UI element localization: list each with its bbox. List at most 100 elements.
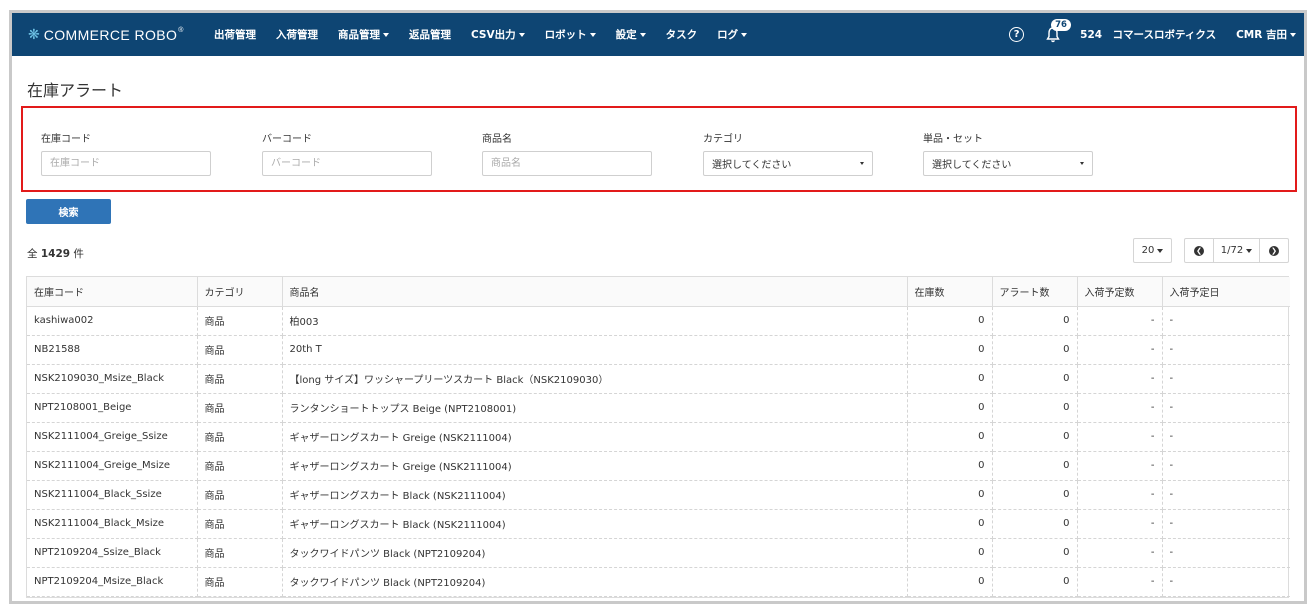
prev-page-button[interactable]: ❮ [1185, 239, 1213, 262]
cell-category: 商品 [197, 335, 283, 365]
cell-stock-code: kashiwa002 [27, 306, 198, 336]
nav-menu-item[interactable]: 設定 [606, 13, 656, 56]
chevron-down-icon [518, 32, 525, 37]
page-select[interactable]: 1/72 [1213, 239, 1260, 262]
table-row[interactable]: kashiwa002 商品 柏003 0 0- - [27, 306, 1290, 336]
cell-stock-qty: 0 [907, 538, 993, 568]
nav-menu-item[interactable]: ロボット [535, 13, 606, 56]
column-header-category[interactable]: カテゴリ [197, 277, 283, 307]
cell-incoming-qty: - [1077, 306, 1163, 336]
cell-stock-qty: 0 [907, 451, 993, 481]
stock-alert-table: 在庫コード カテゴリ 商品名 在庫数 アラート数 入荷予定数 入荷予定日 kashiwa00… [26, 276, 1290, 598]
nav-menu-item[interactable]: ログ [707, 13, 757, 56]
cell-stock-qty: 0 [907, 393, 993, 423]
cell-incoming-date: - [1162, 509, 1290, 539]
cell-category: 商品 [197, 364, 283, 394]
chevron-left-icon: ❮ [1194, 245, 1204, 256]
table-row[interactable]: NSK2111004_Greige_Ssize 商品 ギャザーロングスカート Gre… [27, 422, 1290, 452]
cell-category: 商品 [197, 422, 283, 452]
cell-stock-code: NSK2111004_Black_Ssize [27, 480, 198, 510]
nav-menu-item[interactable]: 出荷管理 [204, 13, 266, 56]
cell-incoming-date: - [1162, 335, 1290, 365]
stock-code-filter: 在庫コード [41, 130, 211, 176]
user-menu[interactable]: CMR 吉田 [1236, 27, 1296, 42]
table-row[interactable]: NPT2109204_Msize_Black 商品 タックワイドパンツ Black … [27, 567, 1290, 597]
app-frame: ❋ COMMERCE ROBO® 出荷管理 入荷管理 商品管理 返品管理 CSV出力 ロボ… [9, 10, 1307, 604]
type-filter: 単品・セット 選択してください [923, 130, 1093, 176]
nav-menu-label: CSV出力 [471, 29, 516, 41]
nav-menu-label: ロボット [544, 29, 587, 41]
column-header-stock-code[interactable]: 在庫コード [27, 277, 198, 307]
column-header-product-name[interactable]: 商品名 [282, 277, 908, 307]
chevron-down-icon [1080, 162, 1084, 165]
cell-stock-qty: 0 [907, 509, 993, 539]
cell-incoming-qty: - [1077, 509, 1163, 539]
cell-stock-qty: 0 [907, 480, 993, 510]
table-row[interactable]: NPT2109204_Ssize_Black 商品 タックワイドパンツ Black … [27, 538, 1290, 568]
column-header-alert-qty[interactable]: アラート数 [992, 277, 1078, 307]
stock-code-input[interactable] [41, 151, 211, 176]
barcode-input[interactable] [262, 151, 432, 176]
cell-alert-qty: 0 [992, 335, 1078, 365]
cell-incoming-date: - [1162, 451, 1290, 481]
cell-stock-code: NB21588 [27, 335, 198, 365]
chevron-down-icon [383, 32, 389, 37]
nav-menu-label: 返品管理 [409, 29, 451, 41]
cell-category: 商品 [197, 306, 283, 336]
nav-menu-label: 入荷管理 [276, 29, 318, 41]
per-page-select[interactable]: 20 [1133, 238, 1172, 263]
column-header-incoming-date[interactable]: 入荷予定日 [1162, 277, 1290, 307]
table-row[interactable]: NSK2111004_Black_Ssize 商品 ギャザーロングスカート Blac… [27, 480, 1290, 510]
category-select-value: 選択してください [712, 160, 792, 171]
main-menu: 出荷管理 入荷管理 商品管理 返品管理 CSV出力 ロボット 設定 タスク ログ [204, 13, 757, 56]
cell-incoming-date: - [1162, 393, 1290, 423]
table-row[interactable]: NB21588 商品 20th T00-- [27, 335, 1290, 365]
cell-alert-qty: 0 [992, 567, 1078, 597]
total-number: 1429 [40, 248, 71, 260]
column-header-incoming-qty[interactable]: 入荷予定数 [1077, 277, 1163, 307]
cell-stock-qty: 0 [907, 335, 993, 365]
cell-stock-code: NPT2108001_Beige [27, 393, 198, 423]
table-row[interactable]: NSK2109030_Msize_Black 商品 【long サイズ】ワッシャープ… [27, 364, 1290, 394]
nav-menu-item[interactable]: タスク [656, 13, 708, 56]
logo[interactable]: ❋ COMMERCE ROBO® [28, 27, 204, 43]
cell-product-name: ギャザーロングスカート Black (NSK2111004) [282, 509, 908, 539]
cell-incoming-qty: - [1077, 364, 1163, 394]
nav-menu-item[interactable]: CSV出力 [461, 13, 535, 56]
cell-incoming-qty: - [1077, 451, 1163, 481]
category-select[interactable]: 選択してください [703, 151, 873, 176]
logo-text: COMMERCE ROBO [43, 26, 178, 43]
barcode-filter: バーコード [262, 130, 432, 176]
table-row[interactable]: NSK2111004_Greige_Msize 商品 ギャザーロングスカート Gre… [27, 451, 1290, 481]
column-header-stock-qty[interactable]: 在庫数 [907, 277, 993, 307]
cell-stock-qty: 0 [907, 567, 993, 597]
product-name-label: 商品名 [482, 134, 512, 145]
help-icon[interactable]: ? [1009, 27, 1025, 42]
notification-button[interactable]: 76 [1044, 18, 1071, 44]
cell-product-name: タックワイドパンツ Black (NPT2109204) [282, 567, 908, 597]
category-label: カテゴリ [703, 134, 743, 145]
cell-stock-code: NPT2109204_Ssize_Black [27, 538, 198, 568]
stock-code-label: 在庫コード [41, 134, 91, 145]
table-row[interactable]: NSK2111004_Black_Msize 商品 ギャザーロングスカート Blac… [27, 509, 1290, 539]
nav-menu-label: 出荷管理 [214, 29, 256, 41]
nav-menu-label: 商品管理 [338, 29, 380, 41]
chevron-right-icon: ❯ [1269, 245, 1279, 256]
nav-menu-item[interactable]: 商品管理 [328, 13, 399, 56]
cell-category: 商品 [197, 480, 283, 510]
table-row[interactable]: NPT2108001_Beige 商品 ランタンショートトップス Beige (NP… [27, 393, 1290, 423]
search-button[interactable]: 検索 [26, 199, 111, 224]
nav-menu-item[interactable]: 返品管理 [399, 13, 461, 56]
cell-incoming-date: - [1162, 480, 1290, 510]
cell-incoming-qty: - [1077, 538, 1163, 568]
nav-menu-item[interactable]: 入荷管理 [266, 13, 328, 56]
chevron-down-icon [1290, 32, 1296, 37]
type-select[interactable]: 選択してください [923, 151, 1093, 176]
cell-incoming-qty: - [1077, 567, 1163, 597]
total-count: 全 1429 件 [27, 246, 84, 261]
cell-incoming-qty: - [1077, 335, 1163, 365]
chevron-down-icon [639, 32, 646, 37]
product-name-input[interactable] [482, 151, 652, 176]
table-body: kashiwa002 商品 柏003 0 0- - NB21588 商品 20th T00--N… [27, 306, 1290, 597]
next-page-button[interactable]: ❯ [1260, 239, 1288, 262]
